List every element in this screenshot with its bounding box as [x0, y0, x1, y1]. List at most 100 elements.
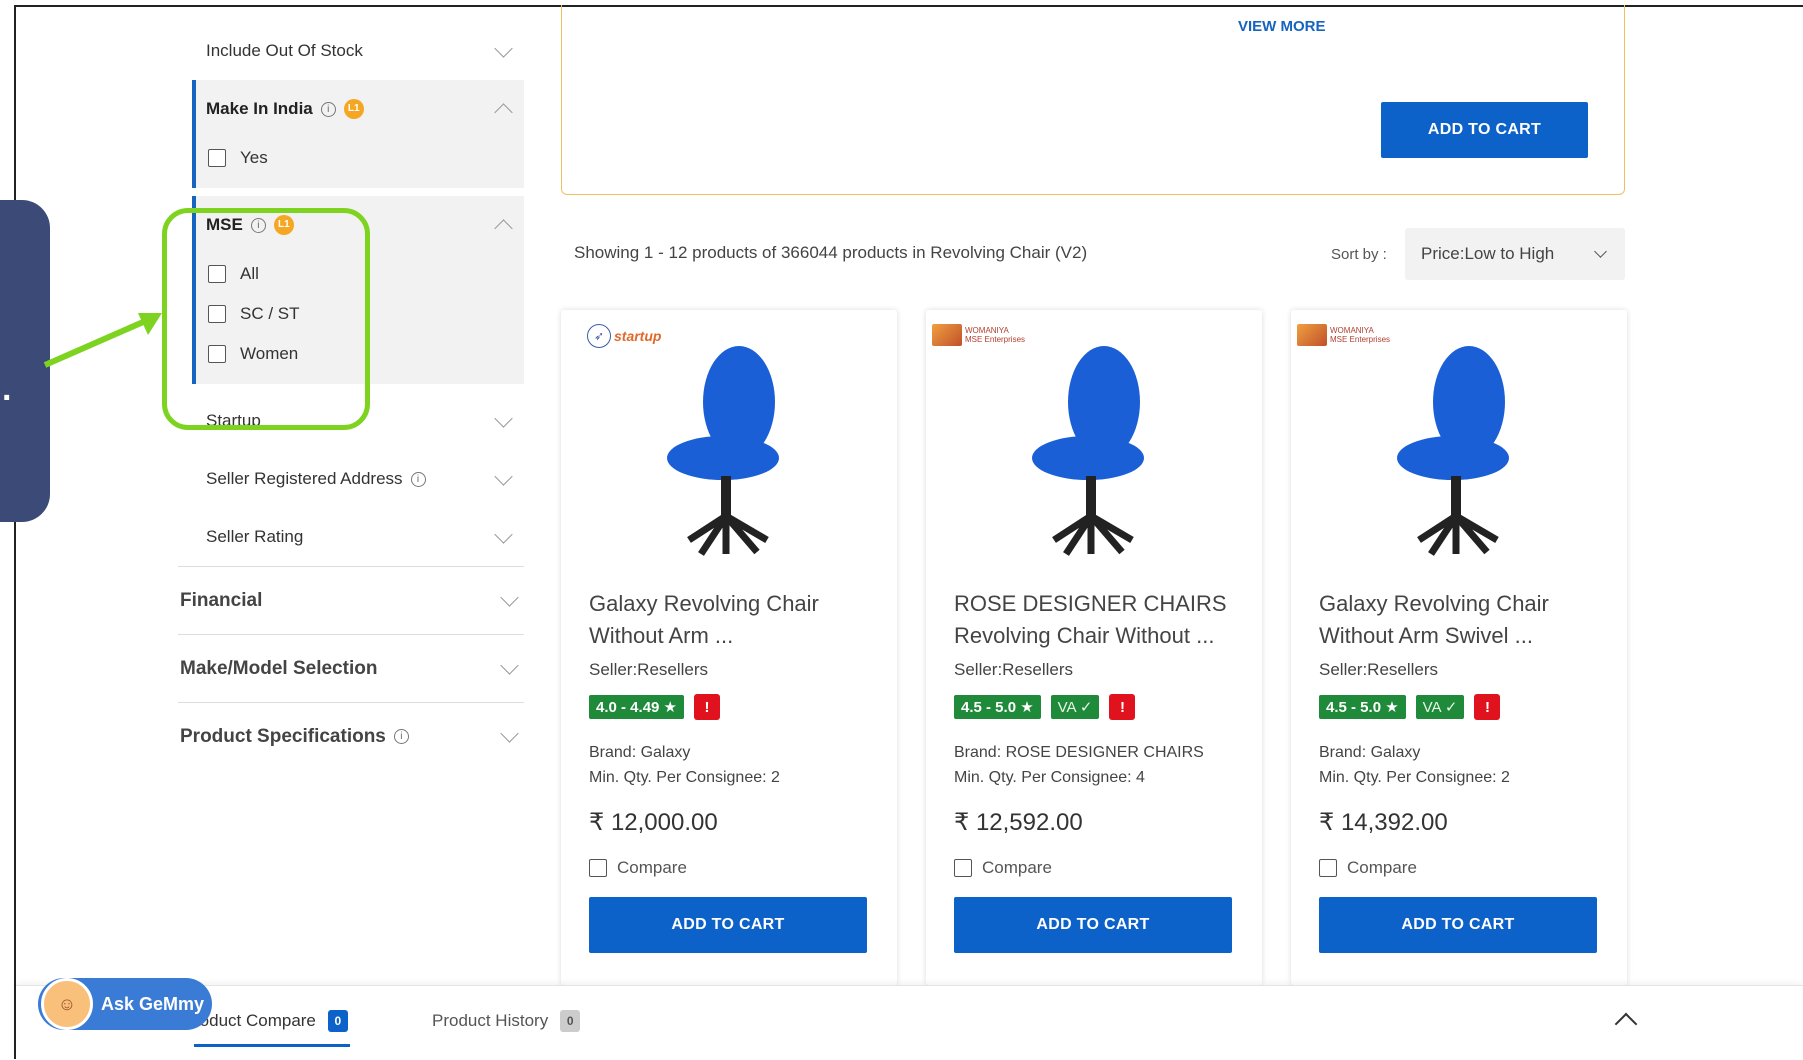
product-image[interactable]	[649, 340, 809, 570]
product-min-qty: Min. Qty. Per Consignee: 2	[1319, 769, 1510, 786]
checkbox[interactable]	[1319, 859, 1337, 877]
product-image[interactable]	[1014, 340, 1174, 570]
product-min-qty: Min. Qty. Per Consignee: 4	[954, 769, 1145, 786]
bottom-bar: roduct Compare 0 Product History 0	[16, 985, 1803, 1060]
product-title[interactable]: Galaxy Revolving Chair Without Arm Swive…	[1319, 588, 1609, 652]
compare-label: Compare	[982, 858, 1052, 877]
verified-badge: VA ✓	[1050, 695, 1100, 719]
product-card[interactable]: WOMANIYA MSE Enterprises ROSE DESIGNER CH…	[926, 310, 1262, 985]
chevron-up-icon[interactable]	[494, 102, 513, 122]
mse-logo-icon	[1297, 324, 1327, 346]
sort-value: Price:Low to High	[1421, 244, 1555, 263]
add-to-cart-button[interactable]: ADD TO CART	[1319, 897, 1597, 953]
product-seller: Seller:Resellers	[954, 660, 1074, 679]
compare-toggle[interactable]: Compare	[954, 858, 1052, 878]
compare-toggle[interactable]: Compare	[1319, 858, 1417, 878]
product-brand: Brand: Galaxy	[1319, 744, 1421, 761]
add-to-cart-button[interactable]: ADD TO CART	[954, 897, 1232, 953]
warning-icon[interactable]: !	[694, 694, 720, 720]
product-seller: Seller:Resellers	[589, 660, 709, 679]
l1-badge: L1	[343, 99, 364, 119]
sort-label: Sort by :	[1331, 246, 1387, 263]
chevron-up-icon[interactable]	[494, 218, 513, 238]
filter-group-product-specifications[interactable]: Product Specifications i	[178, 702, 524, 770]
compare-label: Compare	[617, 858, 687, 877]
product-price: ₹ 14,392.00	[1319, 809, 1448, 836]
verified-badge: VA ✓	[1415, 695, 1465, 719]
callout-arrow	[43, 313, 162, 368]
warning-icon[interactable]: !	[1474, 694, 1501, 720]
option-yes[interactable]: Yes	[196, 138, 524, 178]
info-icon[interactable]: i	[393, 729, 409, 744]
filter-label: Seller Registered Address	[206, 469, 403, 488]
chevron-down-icon[interactable]	[494, 524, 513, 544]
view-more-link[interactable]: VIEW MORE	[1238, 18, 1326, 35]
mse-logo-icon	[932, 324, 962, 346]
filter-group-label: Make/Model Selection	[180, 657, 378, 679]
chevron-down-icon[interactable]	[500, 656, 519, 675]
results-count: Showing 1 - 12 products of 366044 produc…	[574, 243, 1088, 262]
info-icon[interactable]: i	[320, 101, 336, 117]
checkbox[interactable]	[208, 149, 226, 167]
featured-banner	[561, 5, 1625, 195]
banner-add-to-cart-button[interactable]: ADD TO CART	[1381, 102, 1588, 158]
chevron-down-icon[interactable]	[500, 588, 519, 607]
product-min-qty: Min. Qty. Per Consignee: 2	[589, 769, 780, 786]
mse-highlight-box	[162, 208, 370, 430]
filter-group-label: Financial	[180, 589, 263, 611]
add-to-cart-button[interactable]: ADD TO CART	[589, 897, 867, 953]
filter-seller-registered-address[interactable]: Seller Registered Address i	[192, 450, 524, 508]
option-label: Yes	[240, 148, 268, 167]
chevron-down-icon[interactable]	[494, 408, 513, 428]
mse-badge: WOMANIYA MSE Enterprises	[1297, 324, 1390, 346]
product-price: ₹ 12,000.00	[589, 809, 718, 836]
rating-badge: 4.5 - 5.0 ★	[954, 695, 1041, 719]
product-card[interactable]: WOMANIYA MSE Enterprises Galaxy Revolving…	[1291, 310, 1627, 985]
ask-gemmy-button[interactable]: ☺ Ask GeMmy	[38, 978, 212, 1030]
filter-make-in-india: Make In India i L1 Yes	[192, 80, 524, 188]
product-brand: Brand: ROSE DESIGNER CHAIRS	[954, 744, 1204, 761]
product-card[interactable]: ➶ startup Galaxy Revolving Chair Without…	[561, 310, 897, 985]
filter-label: Seller Rating	[206, 527, 304, 546]
chevron-down-icon[interactable]	[494, 38, 513, 58]
active-tab-underline	[194, 1044, 350, 1047]
mse-badge: WOMANIYA MSE Enterprises	[932, 324, 1025, 346]
compare-label: Compare	[1347, 858, 1417, 877]
chevron-down-icon	[1594, 244, 1607, 258]
history-count-badge: 0	[560, 1010, 581, 1032]
filter-label: Include Out Of Stock	[206, 41, 363, 60]
filter-label: Make In India	[206, 99, 313, 118]
filter-seller-rating[interactable]: Seller Rating	[192, 508, 524, 566]
sort-select[interactable]: Price:Low to High	[1405, 228, 1625, 280]
filter-header-make-in-india[interactable]: Make In India i L1	[196, 80, 524, 138]
filter-group-make-model[interactable]: Make/Model Selection	[178, 634, 524, 702]
product-brand: Brand: Galaxy	[589, 744, 691, 761]
rating-badge: 4.5 - 5.0 ★	[1319, 695, 1406, 719]
chevron-down-icon[interactable]	[500, 724, 519, 743]
info-icon[interactable]: i	[410, 471, 426, 487]
rating-badge: 4.0 - 4.49 ★	[589, 695, 684, 719]
compare-toggle[interactable]: Compare	[589, 858, 687, 878]
product-title[interactable]: Galaxy Revolving Chair Without Arm ...	[589, 588, 879, 652]
filter-group-label: Product Specifications	[180, 725, 386, 747]
filter-group-financial[interactable]: Financial	[178, 566, 524, 634]
tab-label: Product History	[432, 1011, 549, 1030]
assistant-label: Ask GeMmy	[101, 993, 205, 1014]
chevron-down-icon[interactable]	[494, 466, 513, 486]
product-image[interactable]	[1379, 340, 1539, 570]
tab-product-compare[interactable]: roduct Compare 0	[194, 1010, 348, 1032]
chevron-up-icon[interactable]	[1614, 1012, 1638, 1036]
product-title[interactable]: ROSE DESIGNER CHAIRS Revolving Chair Wit…	[954, 588, 1244, 652]
product-seller: Seller:Resellers	[1319, 660, 1439, 679]
filter-include-out-of-stock[interactable]: Include Out Of Stock	[192, 22, 524, 80]
checkbox[interactable]	[589, 859, 607, 877]
tab-label: roduct Compare	[194, 1011, 316, 1030]
product-price: ₹ 12,592.00	[954, 809, 1083, 836]
rocket-icon: ➶	[587, 324, 611, 348]
checkbox[interactable]	[954, 859, 972, 877]
compare-count-badge: 0	[327, 1010, 348, 1032]
tab-product-history[interactable]: Product History 0	[432, 1010, 581, 1032]
assistant-avatar-icon: ☺	[41, 978, 93, 1030]
callout-text-fragment: .	[2, 370, 12, 408]
warning-icon[interactable]: !	[1109, 694, 1136, 720]
